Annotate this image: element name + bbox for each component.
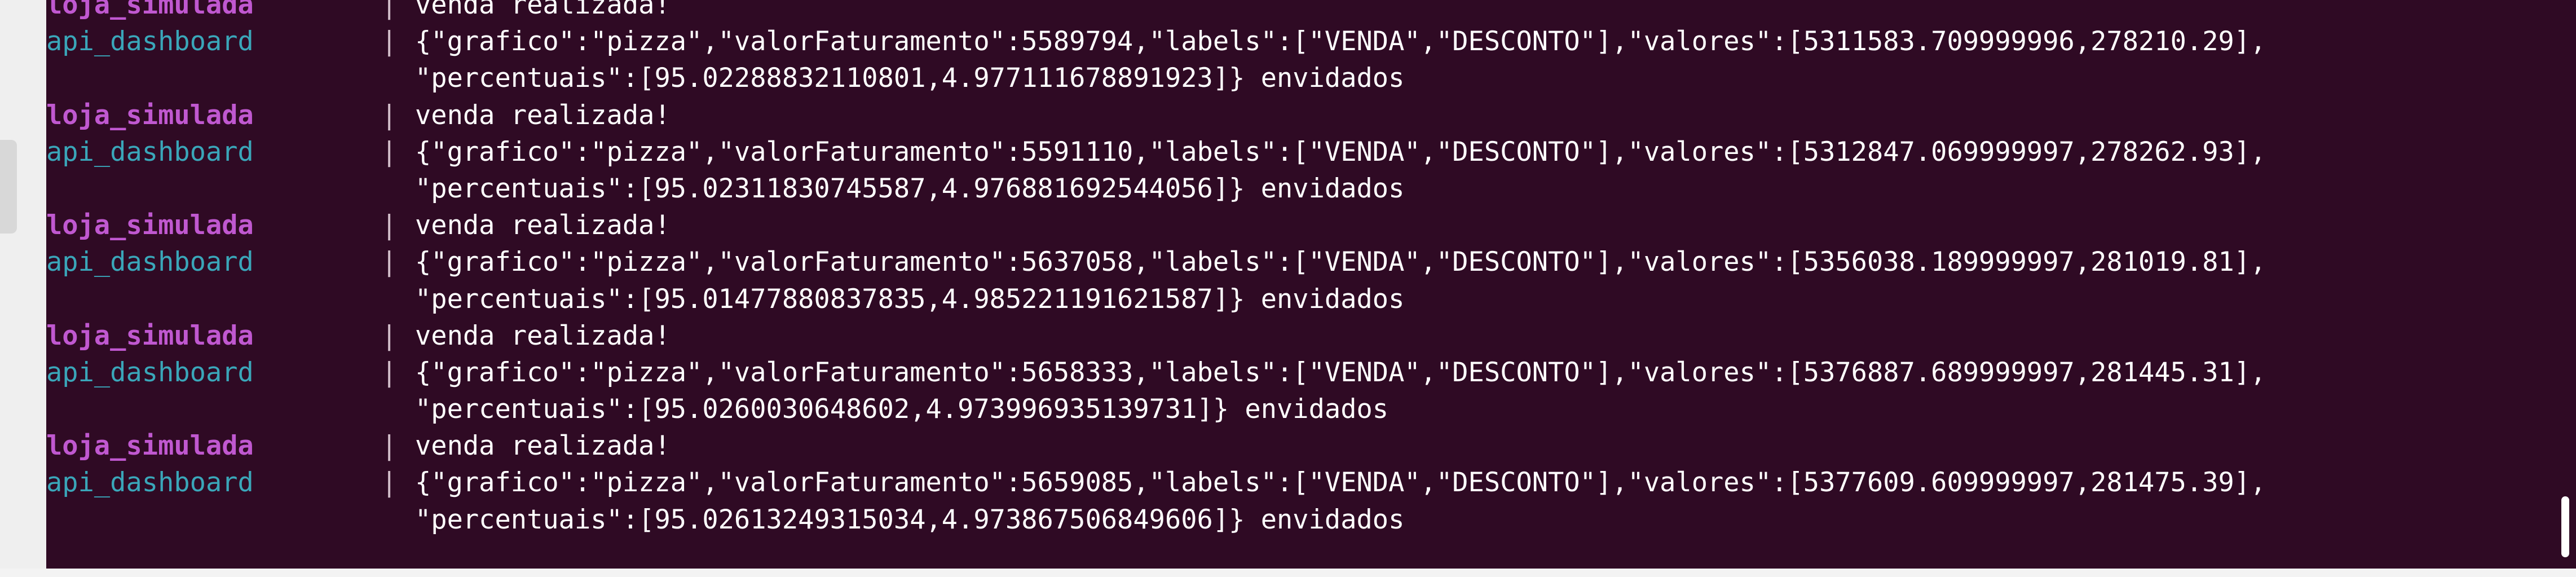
log-line: "percentuais":[95.02311830745587,4.97688… [46,170,2550,207]
log-line: loja_simulada | venda realizada! [46,97,2550,134]
service-name: loja_simulada [46,430,254,462]
screen: loja_simulada | venda realizada! api_dashbo… [0,0,2576,577]
log-line: api_dashboard | {"grafico":"pizza","valorF… [46,23,2550,60]
log-message: "percentuais":[95.02613249315034,4.97386… [415,504,1405,535]
log-line: api_dashboard | {"grafico":"pizza","valorF… [46,464,2550,501]
log-message: "percentuais":[95.01477880837835,4.98522… [415,283,1405,315]
log-message: {"grafico":"pizza","valorFaturamento":56… [415,467,2266,499]
service-name: loja_simulada [46,99,254,131]
log-message: {"grafico":"pizza","valorFaturamento":55… [415,26,2266,58]
log-message: venda realizada! [415,99,671,131]
log-message: venda realizada! [415,210,671,241]
log-line: api_dashboard | {"grafico":"pizza","valorF… [46,244,2550,280]
service-name: api_dashboard [46,246,254,278]
log-message: venda realizada! [415,0,671,20]
log-message: "percentuais":[95.0260030648602,4.973996… [415,394,1389,425]
log-message: {"grafico":"pizza","valorFaturamento":56… [415,246,2266,278]
service-name: loja_simulada [46,210,254,241]
log-line: loja_simulada | venda realizada! [46,318,2550,354]
log-line: "percentuais":[95.0260030648602,4.973996… [46,391,2550,428]
service-name: api_dashboard [46,136,254,168]
log-line: loja_simulada | venda realizada! [46,207,2550,244]
log-separator: | [381,0,398,20]
log-separator: | [381,467,398,499]
log-message: {"grafico":"pizza","valorFaturamento":56… [415,356,2266,388]
log-separator: | [381,430,398,462]
service-name: api_dashboard [46,26,254,58]
service-name: api_dashboard [46,467,254,499]
log-separator: | [381,210,398,241]
log-separator: | [381,136,398,168]
log-message: "percentuais":[95.02311830745587,4.97688… [415,173,1405,204]
log-separator: | [381,99,398,131]
log-line: api_dashboard | {"grafico":"pizza","valorF… [46,134,2550,170]
service-name: api_dashboard [46,356,254,388]
log-message: {"grafico":"pizza","valorFaturamento":55… [415,136,2266,168]
log-separator: | [381,320,398,351]
window-edge [0,0,46,577]
log-separator: | [381,26,398,58]
log-line: loja_simulada | venda realizada! [46,428,2550,464]
side-handle[interactable] [0,140,17,234]
log-line: "percentuais":[95.02613249315034,4.97386… [46,501,2550,538]
log-message: "percentuais":[95.02288832110801,4.97711… [415,63,1405,94]
service-name: loja_simulada [46,320,254,351]
terminal-output[interactable]: loja_simulada | venda realizada! api_dashbo… [46,0,2576,569]
log-lines: loja_simulada | venda realizada! api_dashbo… [46,0,2550,538]
service-name: loja_simulada [46,0,254,20]
log-line: "percentuais":[95.02288832110801,4.97711… [46,60,2550,96]
log-message: venda realizada! [415,320,671,351]
log-separator: | [381,246,398,278]
log-line: "percentuais":[95.01477880837835,4.98522… [46,281,2550,318]
log-line: api_dashboard | {"grafico":"pizza","valorF… [46,354,2550,391]
log-separator: | [381,356,398,388]
window-bottom-edge [0,569,2576,577]
log-message: venda realizada! [415,430,671,462]
scrollbar-thumb[interactable] [2561,496,2569,557]
log-line: loja_simulada | venda realizada! [46,0,2550,23]
